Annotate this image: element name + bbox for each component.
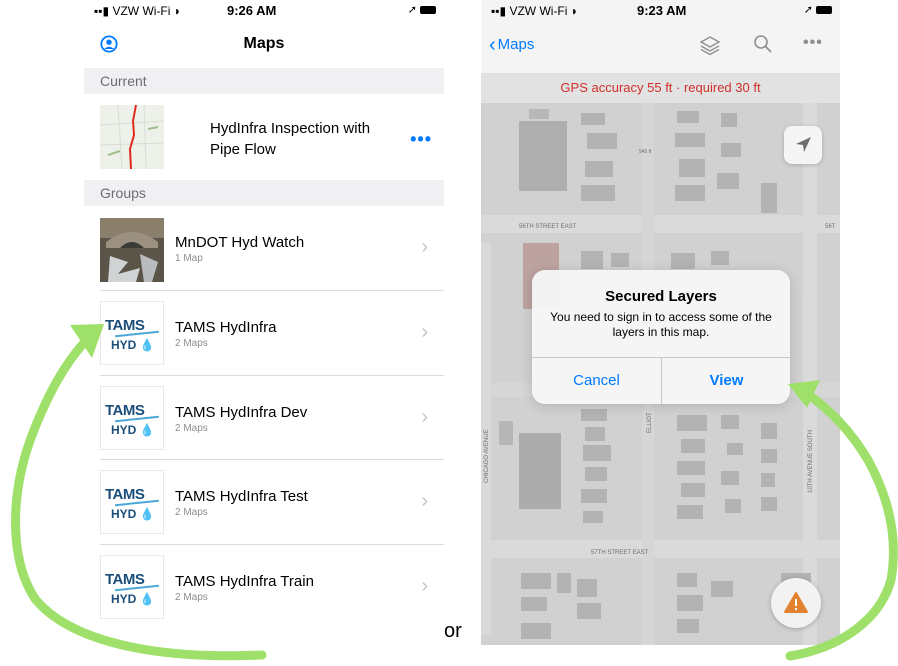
right-arrow: [785, 387, 898, 661]
left-arrow: [11, 340, 267, 661]
arrows-overlay: [11, 324, 898, 661]
